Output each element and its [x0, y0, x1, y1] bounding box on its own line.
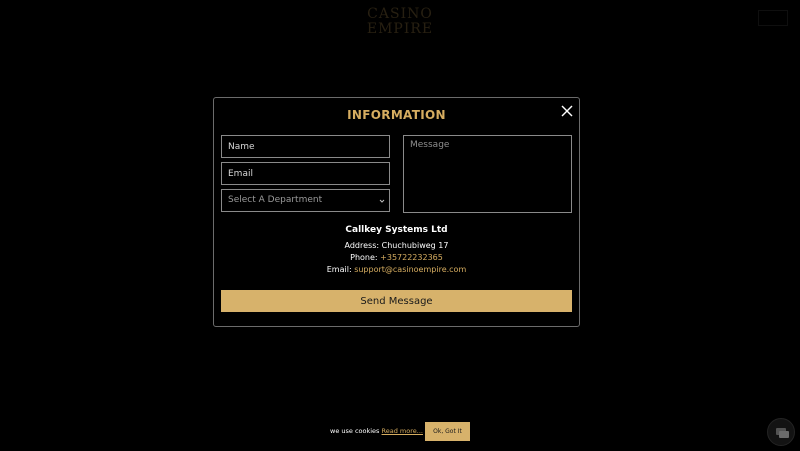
chevron-down-icon — [379, 199, 385, 203]
email-label: Email: — [326, 265, 355, 274]
chat-icon — [776, 428, 789, 438]
name-input[interactable] — [221, 135, 390, 158]
cookie-accept-button[interactable]: Ok, Got It — [425, 422, 470, 441]
cookie-read-more-link[interactable]: Read more... — [382, 427, 423, 435]
modal-title: INFORMATION — [347, 108, 446, 122]
email-line: Email: support@casinoempire.com — [214, 265, 579, 274]
address-label: Address: — [344, 241, 382, 250]
address-line: Address: Chuchubiweg 17 — [214, 241, 579, 250]
phone-line: Phone: +35722232365 — [214, 253, 579, 262]
phone-label: Phone: — [350, 253, 381, 262]
email-link[interactable]: support@casinoempire.com — [354, 265, 466, 274]
message-textarea[interactable] — [403, 135, 572, 213]
cookie-notice: we use cookies Read more... — [330, 427, 423, 435]
chat-button[interactable] — [767, 418, 795, 446]
company-name: Callkey Systems Ltd — [345, 225, 448, 235]
header-menu-button[interactable] — [758, 10, 788, 26]
close-icon — [561, 105, 573, 117]
phone-link[interactable]: +35722232365 — [380, 253, 443, 262]
close-button[interactable] — [560, 103, 574, 117]
information-modal: INFORMATION Select A Department Callkey … — [213, 97, 580, 327]
department-select-value: Select A Department — [228, 195, 323, 205]
site-logo[interactable]: CASINO EMPIRE — [332, 7, 468, 37]
logo-text: CASINO EMPIRE — [366, 6, 434, 37]
address-value: Chuchubiweg 17 — [381, 241, 449, 250]
send-message-button[interactable]: Send Message — [221, 290, 572, 312]
site-header: CASINO EMPIRE — [0, 0, 800, 37]
email-input[interactable] — [221, 162, 390, 185]
cookie-text: we use cookies — [330, 427, 382, 435]
department-select[interactable]: Select A Department — [221, 189, 390, 212]
